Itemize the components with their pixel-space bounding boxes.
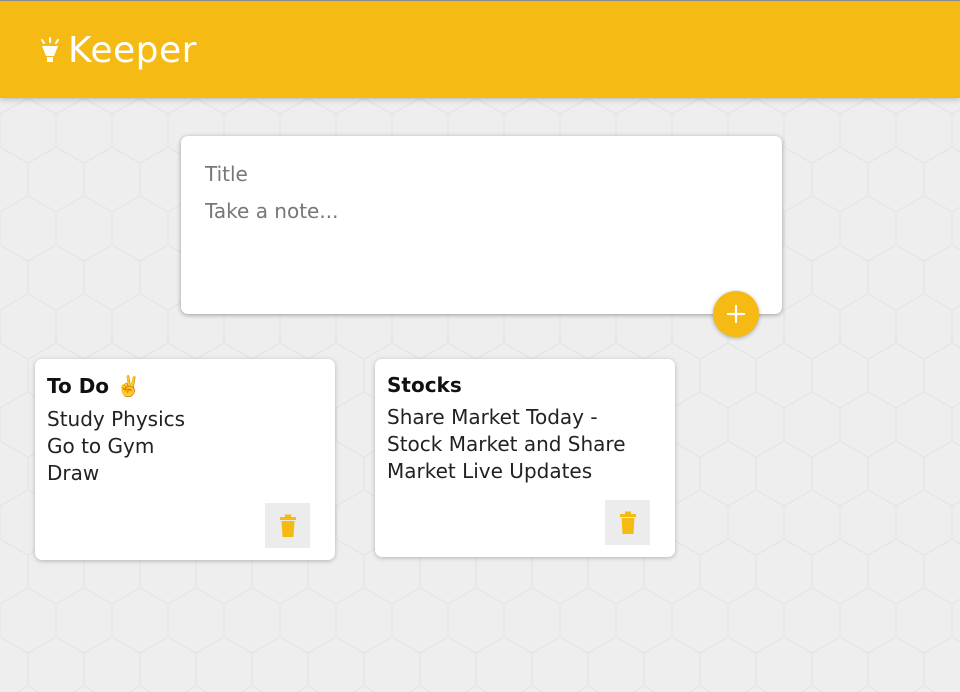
app-title: Keeper (68, 30, 197, 71)
delete-note-button[interactable] (605, 500, 650, 545)
note-title: Stocks (387, 373, 462, 397)
trash-icon (279, 514, 296, 537)
add-note-button[interactable] (713, 291, 759, 337)
plus-icon (726, 304, 746, 324)
note-title: To Do ✌️ (47, 374, 141, 398)
app-header: Keeper (0, 0, 960, 98)
app-logo: Keeper (38, 29, 197, 73)
note-card: To Do ✌️ Study Physics Go to Gym Draw (35, 359, 335, 560)
note-card: Stocks Share Market Today - Stock Market… (375, 359, 675, 557)
trash-icon (619, 511, 636, 534)
note-content-input[interactable] (205, 199, 745, 227)
note-content: Share Market Today - Stock Market and Sh… (387, 405, 626, 483)
note-content: Study Physics Go to Gym Draw (47, 407, 186, 485)
lightbulb-icon (41, 37, 59, 62)
note-title-input[interactable] (205, 160, 745, 188)
create-note-form (181, 136, 782, 314)
delete-note-button[interactable] (265, 503, 310, 548)
